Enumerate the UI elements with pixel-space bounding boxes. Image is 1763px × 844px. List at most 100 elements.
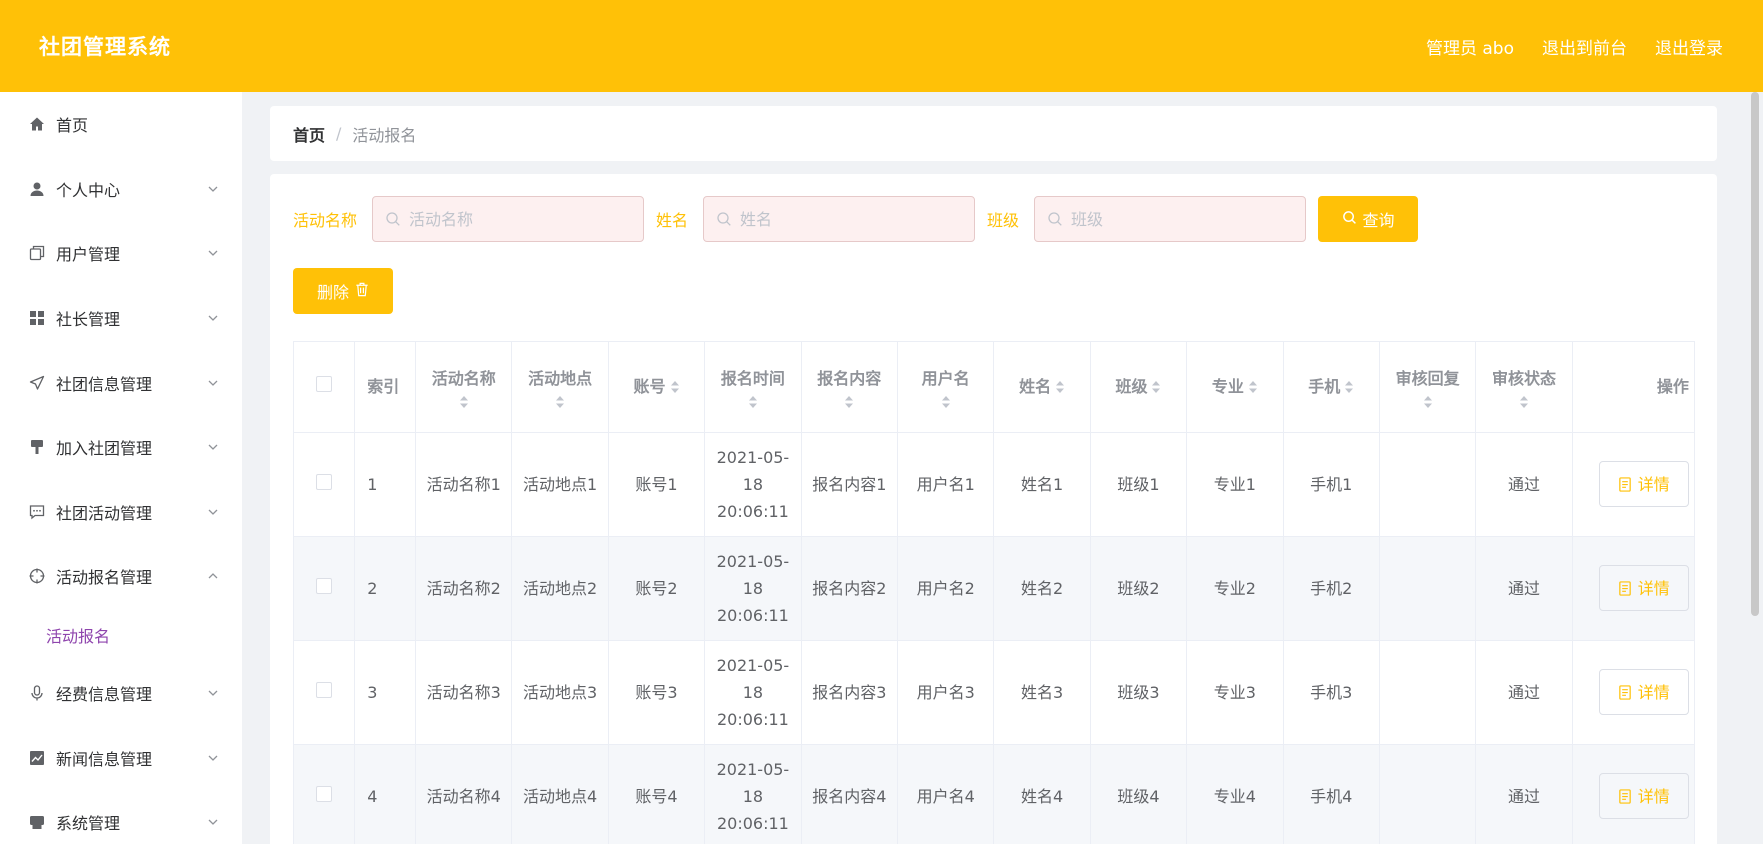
logout-link[interactable]: 退出登录 xyxy=(1655,34,1723,59)
row-checkbox-cell[interactable] xyxy=(294,432,356,537)
document-icon xyxy=(1618,476,1631,492)
column-header-review-status[interactable]: 审核状态 xyxy=(1475,342,1573,433)
chevron-down-icon xyxy=(206,505,220,519)
cell-review-reply xyxy=(1379,536,1477,641)
row-checkbox[interactable] xyxy=(316,577,333,594)
admin-user-link[interactable]: 管理员 abo xyxy=(1426,34,1514,59)
detail-button[interactable]: 详情 xyxy=(1598,565,1689,611)
class-input[interactable] xyxy=(1071,209,1292,229)
column-header-account[interactable]: 账号 xyxy=(608,342,706,433)
cell-signup-time: 2021-05-18 20:06:11 xyxy=(704,432,802,537)
search-bar: 活动名称 姓名 班级 查询 xyxy=(293,196,1419,242)
cell-review-reply xyxy=(1379,432,1477,537)
name-field[interactable] xyxy=(703,196,976,242)
sort-icon[interactable] xyxy=(1344,380,1354,394)
sort-icon[interactable] xyxy=(1055,380,1065,394)
select-all-checkbox[interactable] xyxy=(316,375,333,392)
row-checkbox[interactable] xyxy=(316,473,333,490)
cell-class: 班级4 xyxy=(1090,744,1188,844)
sort-icon[interactable] xyxy=(670,380,680,394)
sidebar-item-funds[interactable]: 经费信息管理 xyxy=(0,661,242,726)
cell-account: 账号4 xyxy=(608,744,706,844)
cell-activity-name: 活动名称3 xyxy=(415,640,513,745)
sidebar-item-presidents[interactable]: 社长管理 xyxy=(0,286,242,351)
brush-icon xyxy=(28,438,46,456)
column-header-username[interactable]: 用户名 xyxy=(897,342,995,433)
page-scrollbar[interactable] xyxy=(1751,92,1759,616)
cell-activity-name: 活动名称1 xyxy=(415,432,513,537)
sidebar-item-label: 活动报名管理 xyxy=(56,568,153,588)
select-all-checkbox-cell[interactable] xyxy=(294,342,356,433)
column-header-label: 审核回复 xyxy=(1395,368,1460,388)
sidebar-item-label: 个人中心 xyxy=(56,180,121,200)
row-checkbox[interactable] xyxy=(316,681,333,698)
column-header-label: 专业 xyxy=(1211,376,1244,396)
cell-major: 专业4 xyxy=(1186,744,1284,844)
sort-icon[interactable] xyxy=(844,395,854,409)
sidebar-item-profile[interactable]: 个人中心 xyxy=(0,157,242,222)
column-header-name[interactable]: 姓名 xyxy=(993,342,1091,433)
column-header-signup-time[interactable]: 报名时间 xyxy=(704,342,802,433)
chevron-down-icon xyxy=(206,751,220,765)
sidebar-item-label: 社团活动管理 xyxy=(56,503,153,523)
activity-name-field[interactable] xyxy=(372,196,645,242)
detail-button[interactable]: 详情 xyxy=(1598,461,1689,507)
row-checkbox-cell[interactable] xyxy=(294,536,356,641)
app-title: 社团管理系统 xyxy=(39,35,171,59)
sidebar-item-club-activity[interactable]: 社团活动管理 xyxy=(0,480,242,545)
cell-actions: 详情修改 xyxy=(1572,536,1694,641)
sidebar-item-home[interactable]: 首页 xyxy=(0,92,242,157)
cell-account: 账号1 xyxy=(608,432,706,537)
document-icon xyxy=(1618,580,1631,596)
top-header: 社团管理系统 管理员 abo 退出到前台 退出登录 xyxy=(0,0,1763,92)
name-input[interactable] xyxy=(740,209,961,229)
cell-review-reply xyxy=(1379,640,1477,745)
detail-button[interactable]: 详情 xyxy=(1598,669,1689,715)
class-field[interactable] xyxy=(1034,196,1307,242)
sort-icon[interactable] xyxy=(1519,395,1529,409)
exit-to-frontend-link[interactable]: 退出到前台 xyxy=(1542,34,1627,59)
column-header-label: 活动地点 xyxy=(528,368,593,388)
sort-icon[interactable] xyxy=(459,395,469,409)
detail-button[interactable]: 详情 xyxy=(1598,773,1689,819)
cell-index: 1 xyxy=(354,432,417,537)
column-header-activity-name[interactable]: 活动名称 xyxy=(415,342,513,433)
cell-username: 用户名3 xyxy=(897,640,995,745)
sidebar-item-news[interactable]: 新闻信息管理 xyxy=(0,725,242,790)
sort-icon[interactable] xyxy=(1423,395,1433,409)
sidebar-item-signup-management[interactable]: 活动报名管理 xyxy=(0,544,242,609)
row-checkbox-cell[interactable] xyxy=(294,744,356,844)
column-header-review-reply[interactable]: 审核回复 xyxy=(1379,342,1477,433)
sort-icon[interactable] xyxy=(1248,380,1258,394)
printer-icon xyxy=(28,813,46,831)
microphone-icon xyxy=(28,684,46,702)
chevron-down-icon xyxy=(206,376,220,390)
cell-name: 姓名3 xyxy=(993,640,1091,745)
sidebar-item-join-club[interactable]: 加入社团管理 xyxy=(0,415,242,480)
delete-button[interactable]: 删除 xyxy=(293,268,393,314)
sort-icon[interactable] xyxy=(555,395,565,409)
chevron-down-icon xyxy=(206,686,220,700)
sort-icon[interactable] xyxy=(748,395,758,409)
column-header-label: 活动名称 xyxy=(431,368,496,388)
query-button[interactable]: 查询 xyxy=(1318,196,1419,242)
column-header-class[interactable]: 班级 xyxy=(1090,342,1188,433)
column-header-activity-place[interactable]: 活动地点 xyxy=(511,342,609,433)
sidebar-item-users[interactable]: 用户管理 xyxy=(0,221,242,286)
row-checkbox[interactable] xyxy=(316,785,333,802)
sidebar-item-club-info[interactable]: 社团信息管理 xyxy=(0,350,242,415)
sidebar-item-system[interactable]: 系统管理 xyxy=(0,790,242,844)
sidebar-item-label: 新闻信息管理 xyxy=(56,749,153,769)
home-icon xyxy=(28,115,46,133)
activity-name-input[interactable] xyxy=(409,209,630,229)
sidebar-subitem-activity-signup[interactable]: 活动报名 xyxy=(0,609,242,661)
column-header-major[interactable]: 专业 xyxy=(1186,342,1284,433)
column-header-phone[interactable]: 手机 xyxy=(1283,342,1380,433)
row-checkbox-cell[interactable] xyxy=(294,640,356,745)
breadcrumb-home[interactable]: 首页 xyxy=(293,122,325,146)
column-header-signup-content[interactable]: 报名内容 xyxy=(801,342,898,433)
cell-phone: 手机2 xyxy=(1283,536,1380,641)
sort-icon[interactable] xyxy=(941,395,951,409)
sort-icon[interactable] xyxy=(1151,380,1161,394)
column-header-label: 报名时间 xyxy=(720,368,785,388)
